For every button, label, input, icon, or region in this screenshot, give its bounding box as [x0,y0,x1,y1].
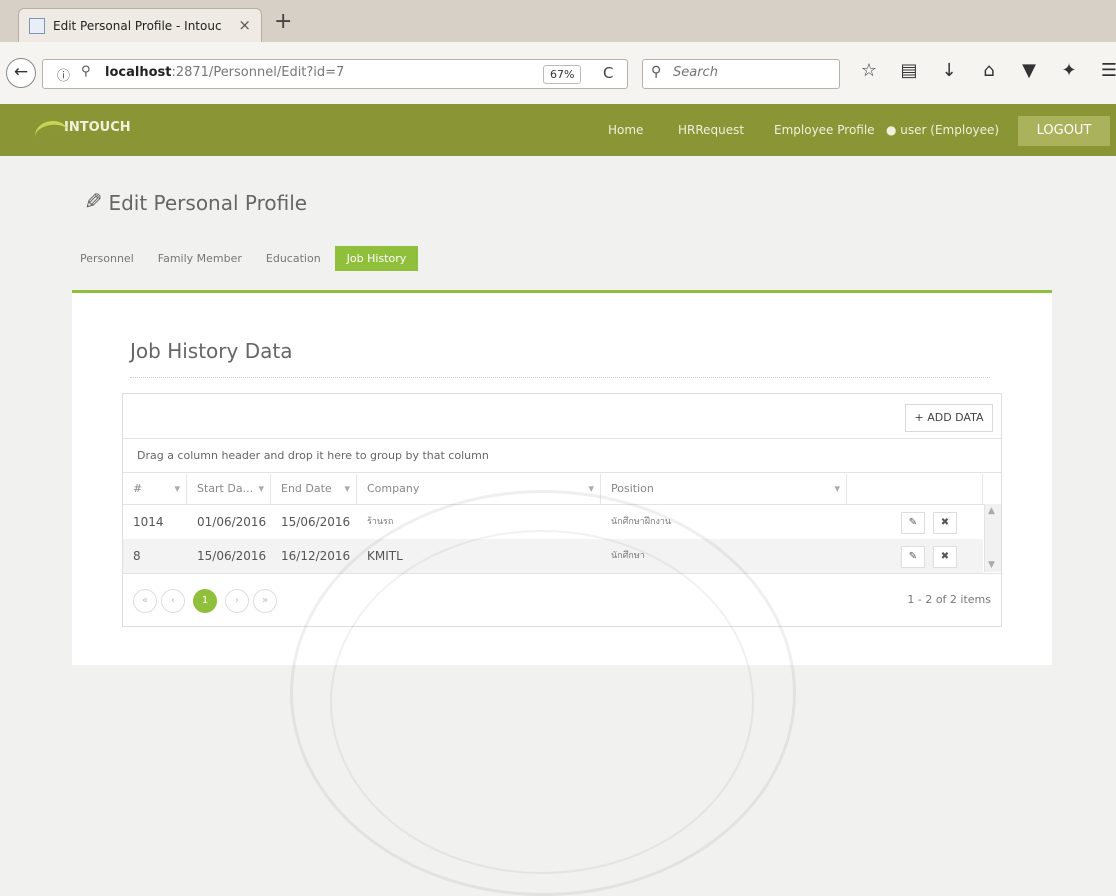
filter-icon[interactable]: ▾ [834,474,840,504]
grid-toolbar: + ADD DATA [123,394,1001,439]
edit-button[interactable]: ✎ [901,546,925,568]
pencil-icon: ✎ [84,190,103,215]
menu-icon[interactable]: ☰ [1096,60,1116,81]
pocket-icon[interactable]: ▼ [1016,60,1042,81]
nav-home[interactable]: Home [608,123,643,137]
info-icon[interactable]: ⓘ [57,65,70,84]
logout-button[interactable]: LOGOUT [1018,116,1110,146]
search-input[interactable] [671,64,825,81]
nav-employee-profile[interactable]: Employee Profile [774,123,875,137]
user-icon: ● [886,123,901,137]
home-icon[interactable]: ⌂ [976,60,1002,81]
cell-id: 1014 [133,515,164,529]
edit-button[interactable]: ✎ [901,512,925,534]
scroll-up-icon[interactable]: ▲ [988,506,995,516]
scroll-down-icon[interactable]: ▼ [988,560,995,570]
nav-hrrequest[interactable]: HRRequest [678,123,744,137]
cell-end-date: 15/06/2016 [281,515,351,529]
cell-end-date: 16/12/2016 [281,549,351,563]
pager-page-1[interactable]: 1 [193,589,217,613]
page-title: ✎ Edit Personal Profile [84,190,308,215]
pencil-icon: ✎ [908,551,918,562]
pager-next-button[interactable]: › [225,589,249,613]
group-by-hint[interactable]: Drag a column header and drop it here to… [123,439,1001,473]
divider [130,377,990,378]
tab-job-history[interactable]: Job History [334,245,419,271]
filter-icon[interactable]: ▾ [344,474,350,504]
tab-education[interactable]: Education [266,252,321,265]
filter-icon[interactable]: ▾ [258,474,264,504]
favicon-icon [29,18,45,34]
delete-button[interactable]: ✖ [933,512,957,534]
extension-icon[interactable]: ✦ [1056,60,1082,81]
cell-id: 8 [133,549,141,563]
back-button[interactable]: ← [6,58,36,88]
reading-list-icon[interactable]: ▤ [896,60,922,81]
browser-tab[interactable]: Edit Personal Profile - Intouc × [18,8,262,43]
column-header-position[interactable]: Position ▾ [601,474,847,504]
tab-family-member[interactable]: Family Member [158,252,242,265]
search-icon: ⚲ [651,64,662,80]
browser-tabstrip: Edit Personal Profile - Intouc × + [0,0,1116,43]
tab-personnel[interactable]: Personnel [80,252,134,265]
grid-scrollbar[interactable]: ▲ ▼ [984,504,1001,572]
new-tab-button[interactable]: + [274,9,292,34]
add-data-button[interactable]: + ADD DATA [905,404,993,432]
panel-title: Job History Data [130,339,293,363]
cell-start-date: 01/06/2016 [197,515,267,529]
close-icon: ✖ [940,551,950,562]
column-header-actions [847,474,983,504]
tab-close-icon[interactable]: × [238,16,251,34]
url-text[interactable]: localhost:2871/Personnel/Edit?id=7 [105,65,344,80]
zoom-indicator[interactable]: 67% [543,65,582,84]
download-icon[interactable]: ↓ [936,60,962,81]
browser-toolbar: ← ⓘ ⚲ localhost:2871/Personnel/Edit?id=7… [0,42,1116,105]
pager-last-button[interactable]: » [253,589,277,613]
url-bar[interactable]: ⓘ ⚲ localhost:2871/Personnel/Edit?id=7 6… [42,59,628,89]
reload-icon[interactable]: C [603,64,613,82]
filter-icon[interactable]: ▾ [174,474,180,504]
column-header-id[interactable]: # ▾ [123,474,187,504]
pencil-icon: ✎ [908,517,918,528]
profile-tabs: Personnel Family Member Education Job Hi… [80,245,442,271]
pager-prev-button[interactable]: ‹ [161,589,185,613]
delete-button[interactable]: ✖ [933,546,957,568]
search-bar[interactable]: ⚲ [642,59,840,89]
app-navbar: INTOUCH Home HRRequest Employee Profile … [0,104,1116,156]
cell-start-date: 15/06/2016 [197,549,267,563]
tab-title: Edit Personal Profile - Intouc [53,19,222,33]
logo[interactable]: INTOUCH [33,118,131,137]
column-header-end-date[interactable]: End Date ▾ [271,474,357,504]
nav-user[interactable]: ● user (Employee) [886,123,999,137]
pager-info: 1 - 2 of 2 items [907,593,991,606]
watermark-seal-inner [330,530,754,874]
bookmark-star-icon[interactable]: ☆ [856,60,882,81]
key-icon: ⚲ [81,64,91,79]
pager-first-button[interactable]: « [133,589,157,613]
column-header-start-date[interactable]: Start Da... ▾ [187,474,271,504]
close-icon: ✖ [940,517,950,528]
